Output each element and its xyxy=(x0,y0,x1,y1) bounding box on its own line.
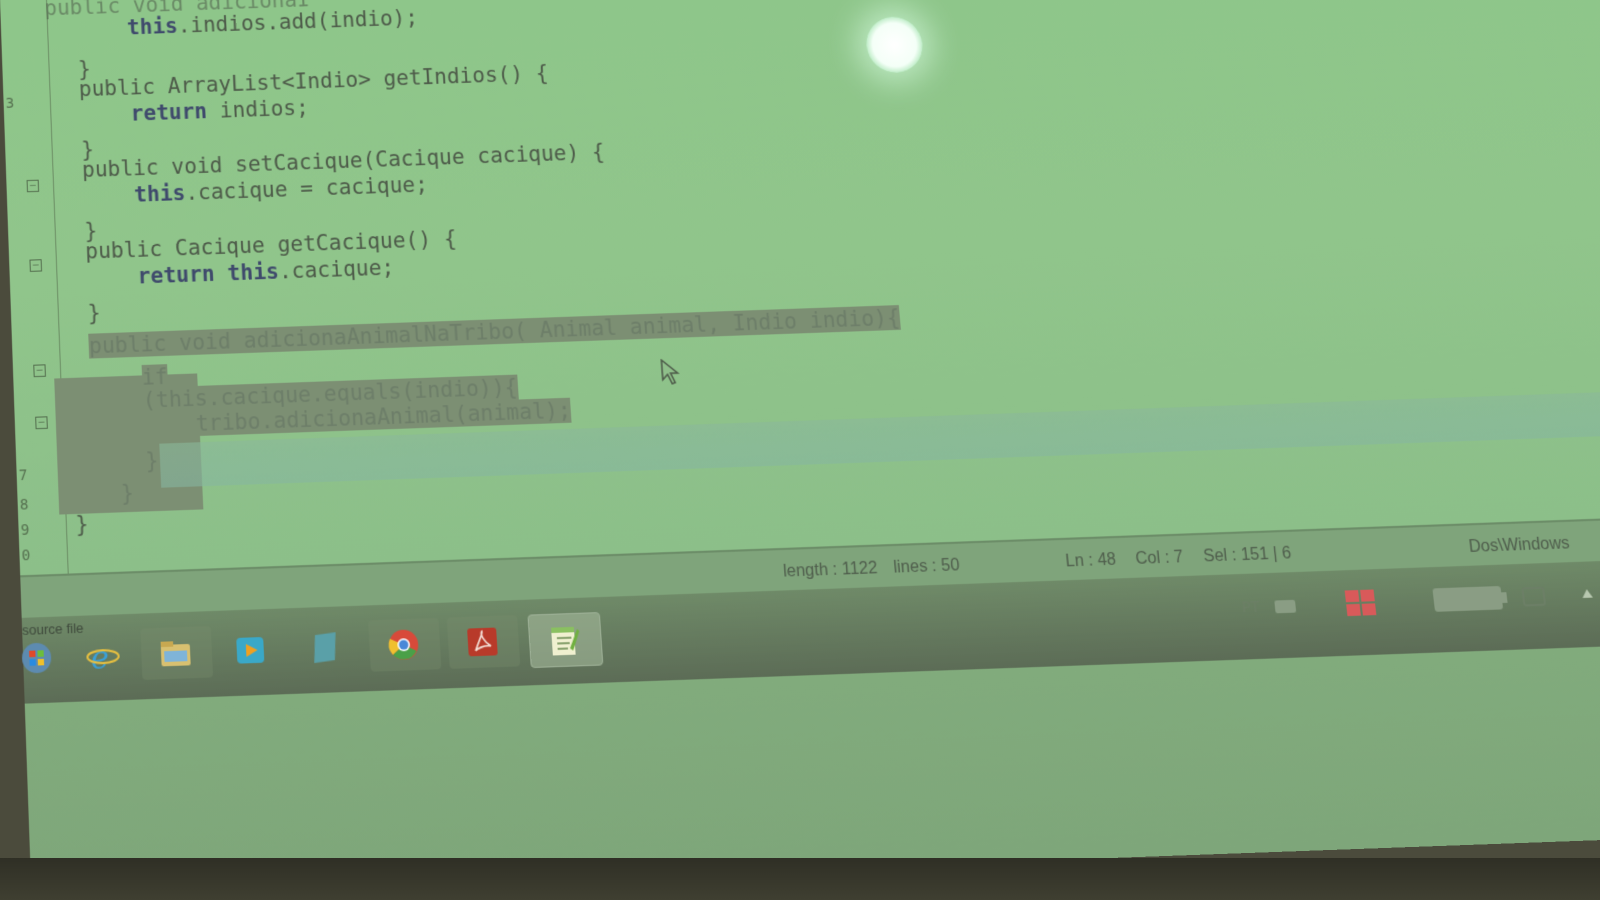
keyboard-icon[interactable] xyxy=(1274,599,1297,614)
fold-toggle-icon[interactable]: − xyxy=(26,179,40,193)
line-number: 8 xyxy=(19,496,29,514)
svg-text:e: e xyxy=(90,639,110,673)
line-number: 0 xyxy=(21,547,31,565)
projector-glare xyxy=(864,15,925,74)
fold-toggle-icon[interactable]: − xyxy=(33,364,46,378)
taskbar-explorer[interactable] xyxy=(140,626,214,680)
code-line: } xyxy=(74,511,89,538)
line-number: 7 xyxy=(18,467,28,485)
notepad-plus-plus-icon xyxy=(551,626,581,656)
windows-flag-icon[interactable] xyxy=(1343,588,1377,617)
desk-edge xyxy=(0,858,1600,900)
status-lines: lines : 50 xyxy=(892,556,961,577)
taskbar-acrobat[interactable] xyxy=(446,614,521,669)
taskbar-chrome[interactable] xyxy=(368,617,442,672)
status-selection: Sel : 151 | 6 xyxy=(1202,544,1293,566)
code-line-selected: public void adicionaAnimalNaTribo( Anima… xyxy=(88,305,901,359)
taskbar-media-player[interactable] xyxy=(215,623,288,677)
media-player-icon xyxy=(236,636,265,664)
input-language-indicator[interactable]: PT xyxy=(1241,599,1260,617)
status-eol-format[interactable]: Dos\Windows xyxy=(1468,535,1571,558)
line-number: 3 xyxy=(5,95,15,112)
start-orb-icon xyxy=(21,642,52,674)
code-line-selected: } xyxy=(120,480,135,507)
file-explorer-icon xyxy=(160,641,191,667)
fold-toggle-icon[interactable]: − xyxy=(35,416,48,430)
taskbar-notebook[interactable] xyxy=(289,621,362,675)
start-button[interactable] xyxy=(1,631,73,685)
status-line-number: Ln : 48 xyxy=(1064,550,1117,571)
internet-explorer-icon: e xyxy=(85,639,122,673)
line-number: 9 xyxy=(20,521,30,540)
acrobat-reader-icon xyxy=(467,627,498,657)
projected-screen: 3 7 8 9 0 − − − − public void adicionaI … xyxy=(0,0,1600,898)
notebook-icon xyxy=(312,632,338,664)
network-icon[interactable] xyxy=(1521,587,1546,607)
status-column: Col : 7 xyxy=(1134,548,1185,569)
show-hidden-icons-icon[interactable] xyxy=(1581,589,1593,598)
battery-icon[interactable] xyxy=(1432,585,1509,612)
mouse-pointer-icon xyxy=(660,358,680,386)
chrome-icon xyxy=(388,629,420,661)
taskbar-ie[interactable]: e xyxy=(68,629,141,683)
code-line: } xyxy=(87,300,102,326)
status-length: length : 1122 xyxy=(782,559,879,581)
taskbar-notepadpp[interactable] xyxy=(527,612,604,669)
code-editor[interactable]: 3 7 8 9 0 − − − − public void adicionaI … xyxy=(0,0,1600,576)
code-line-selected: } xyxy=(144,447,160,474)
fold-toggle-icon[interactable]: − xyxy=(29,259,43,272)
